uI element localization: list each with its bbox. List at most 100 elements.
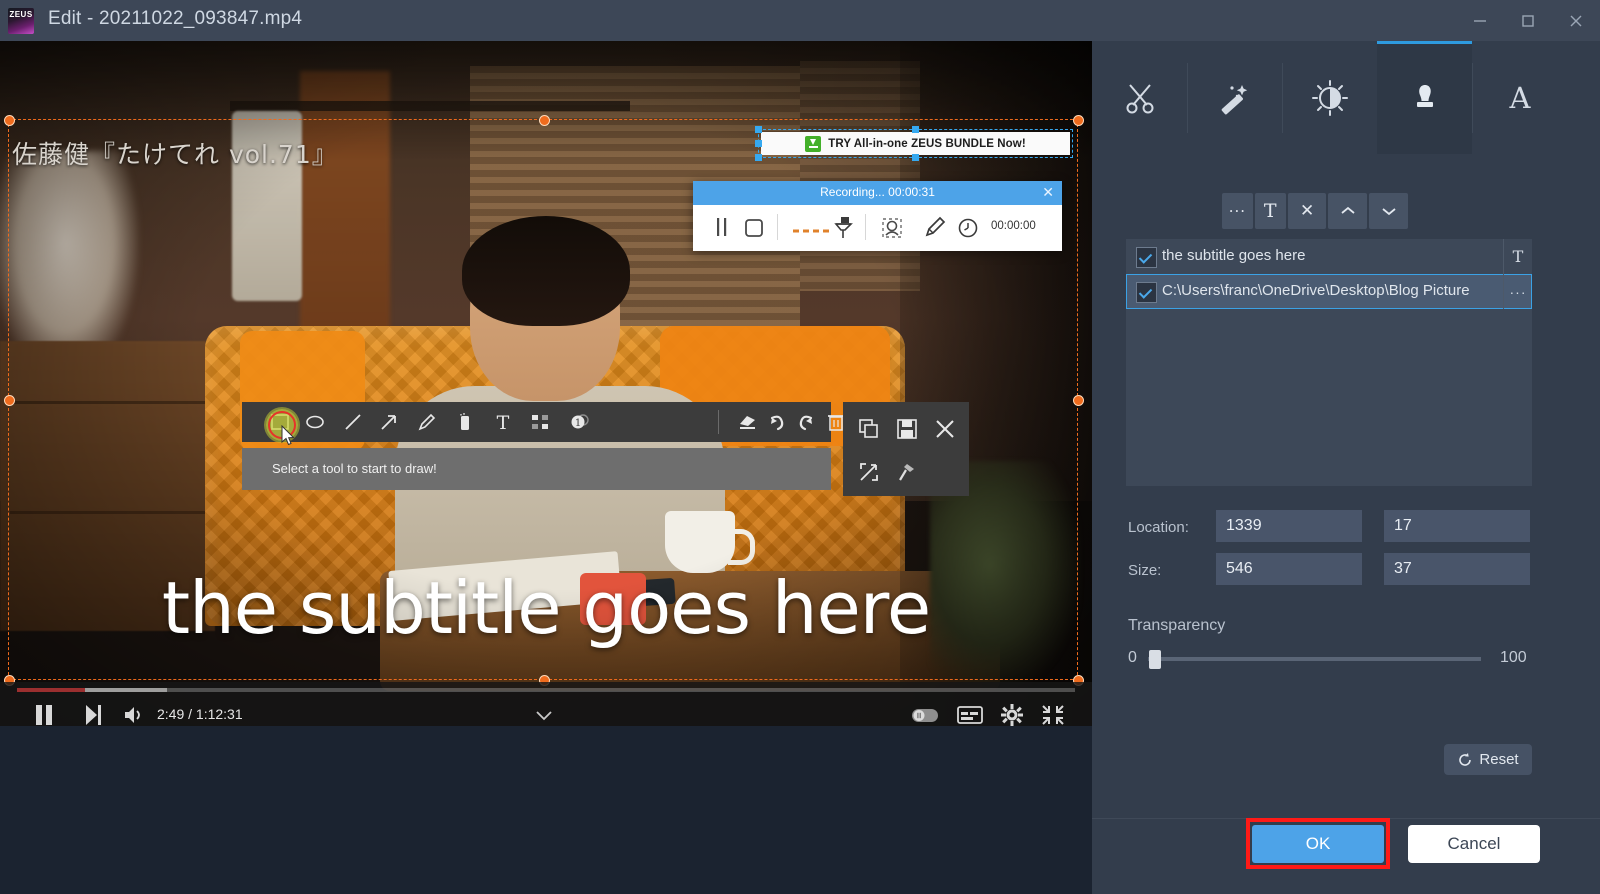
location-y-input[interactable] (1384, 510, 1600, 542)
resize-handle-nw[interactable] (4, 115, 15, 126)
toolbar-divider (777, 214, 778, 240)
resize-handle-ne[interactable] (1073, 115, 1084, 126)
move-down-button[interactable] (1369, 193, 1408, 229)
pause-button[interactable] (32, 703, 56, 726)
reset-label: Reset (1479, 751, 1519, 768)
promo-banner[interactable]: TRY All-in-one ZEUS BUNDLE Now! (761, 132, 1070, 155)
pen-stroke-icon[interactable] (789, 215, 833, 246)
banner-handle-sw[interactable] (755, 154, 762, 161)
ok-label: OK (1305, 834, 1331, 853)
collapse-icon[interactable] (1040, 703, 1066, 726)
tab-adjust[interactable] (1282, 41, 1377, 154)
size-height-spinner[interactable] (1384, 553, 1600, 585)
list-item-checkbox[interactable] (1136, 282, 1157, 303)
chevron-down-icon[interactable] (531, 705, 557, 726)
banner-handle-n[interactable] (912, 126, 919, 133)
list-item-label: C:\Users\franc\OneDrive\Desktop\Blog Pic… (1162, 282, 1470, 299)
download-icon (805, 135, 822, 152)
draw-toolbar-tip-label: Select a tool to start to draw! (272, 461, 437, 476)
subtitle-overlay-text[interactable]: the subtitle goes here (0, 566, 1092, 650)
mouse-cursor-icon (281, 424, 297, 452)
right-panel: A ··· T ✕ the subtitle goes here T C:\Us… (1092, 41, 1600, 894)
video-preview-pane[interactable]: 佐藤健『たけてれ vol.71』 the subtitle goes here … (0, 41, 1092, 726)
pin-icon[interactable] (895, 460, 919, 489)
mosaic-tool[interactable] (529, 411, 551, 438)
location-x-spinner[interactable] (1216, 510, 1446, 542)
close-icon[interactable]: ✕ (1042, 184, 1054, 200)
list-item-options-button[interactable]: ··· (1503, 274, 1532, 309)
tab-subtitle[interactable]: A (1472, 41, 1567, 154)
draw-side-actions (843, 402, 969, 496)
ok-button[interactable]: OK (1252, 825, 1384, 863)
tab-trim[interactable] (1092, 41, 1187, 154)
minimize-button[interactable] (1456, 0, 1504, 41)
close-button[interactable] (1552, 0, 1600, 41)
tab-watermark[interactable] (1377, 41, 1472, 154)
marker-icon[interactable] (830, 215, 856, 246)
next-button[interactable] (82, 703, 104, 726)
resize-handle-w[interactable] (4, 395, 15, 406)
svg-text:1: 1 (575, 418, 581, 429)
zeus-edit-window: ZEUS Edit - 20211022_093847.mp4 佐藤健『たけてれ… (0, 0, 1600, 894)
cancel-button[interactable]: Cancel (1408, 825, 1540, 863)
watermark-list[interactable]: the subtitle goes here T C:\Users\franc\… (1126, 239, 1532, 486)
reset-button[interactable]: Reset (1444, 744, 1532, 775)
list-tool-buttons: ··· T ✕ (1222, 193, 1408, 229)
pause-icon[interactable] (711, 215, 733, 246)
list-item-label: the subtitle goes here (1162, 247, 1306, 264)
banner-handle-s[interactable] (912, 154, 919, 161)
list-item[interactable]: C:\Users\franc\OneDrive\Desktop\Blog Pic… (1126, 274, 1532, 309)
banner-handle-w[interactable] (755, 140, 762, 147)
save-icon[interactable] (895, 417, 919, 446)
banner-handle-nw[interactable] (755, 126, 762, 133)
clock-icon[interactable] (955, 215, 981, 246)
add-text-button[interactable]: T (1254, 193, 1286, 229)
more-options-button[interactable]: ··· (1222, 193, 1253, 229)
ellipse-tool[interactable] (304, 411, 326, 438)
text-tool[interactable]: T (492, 411, 514, 438)
settings-gear-icon[interactable] (999, 703, 1025, 726)
stop-icon[interactable] (741, 215, 767, 246)
transparency-min-label: 0 (1128, 649, 1137, 666)
subtitles-button[interactable] (956, 703, 984, 726)
size-height-input[interactable] (1384, 553, 1600, 585)
close-icon[interactable] (933, 417, 957, 446)
highlight-marker-tool[interactable] (454, 411, 476, 438)
maximize-button[interactable] (1504, 0, 1552, 41)
pencil-tool[interactable] (416, 411, 438, 438)
transparency-slider-track[interactable] (1148, 657, 1481, 661)
recording-status-label: Recording... 00:00:31 (820, 185, 935, 199)
move-up-button[interactable] (1328, 193, 1368, 229)
line-tool[interactable] (342, 411, 364, 438)
add-text-glyph: T (1263, 200, 1277, 222)
webcam-icon[interactable] (879, 215, 905, 246)
player-progress-track[interactable] (17, 688, 1075, 692)
undo-icon[interactable] (766, 411, 788, 438)
autoplay-toggle[interactable] (910, 703, 940, 726)
redo-icon[interactable] (795, 411, 817, 438)
number-stamp-tool[interactable]: 1 (569, 411, 593, 438)
player-time-label: 2:49 / 1:12:31 (157, 706, 243, 722)
list-item[interactable]: the subtitle goes here T (1126, 239, 1532, 274)
draw-toolbar-tip: Select a tool to start to draw! (242, 448, 831, 490)
copy-icon[interactable] (857, 417, 881, 446)
draw-pencil-icon[interactable] (922, 215, 948, 246)
list-item-checkbox[interactable] (1136, 247, 1157, 268)
burned-in-title: 佐藤健『たけてれ vol.71』 (12, 140, 338, 169)
list-item-type-badge[interactable]: T (1503, 239, 1532, 274)
volume-button[interactable] (122, 703, 146, 726)
eraser-icon[interactable] (737, 411, 759, 438)
fullscreen-icon[interactable] (857, 460, 881, 489)
app-logo-icon: ZEUS (8, 8, 34, 34)
tab-effect[interactable] (1187, 41, 1282, 154)
remove-button[interactable]: ✕ (1287, 193, 1327, 229)
timeline-panel: 00:00:40 / 00:01:07 (0, 726, 1092, 894)
resize-handle-e[interactable] (1073, 395, 1084, 406)
transparency-slider-knob[interactable] (1149, 650, 1161, 669)
size-width-spinner[interactable] (1216, 553, 1446, 585)
size-label: Size: (1128, 562, 1162, 579)
toolbar-divider (718, 410, 719, 434)
location-y-spinner[interactable] (1384, 510, 1600, 542)
arrow-tool[interactable] (378, 411, 400, 438)
resize-handle-n[interactable] (539, 115, 550, 126)
